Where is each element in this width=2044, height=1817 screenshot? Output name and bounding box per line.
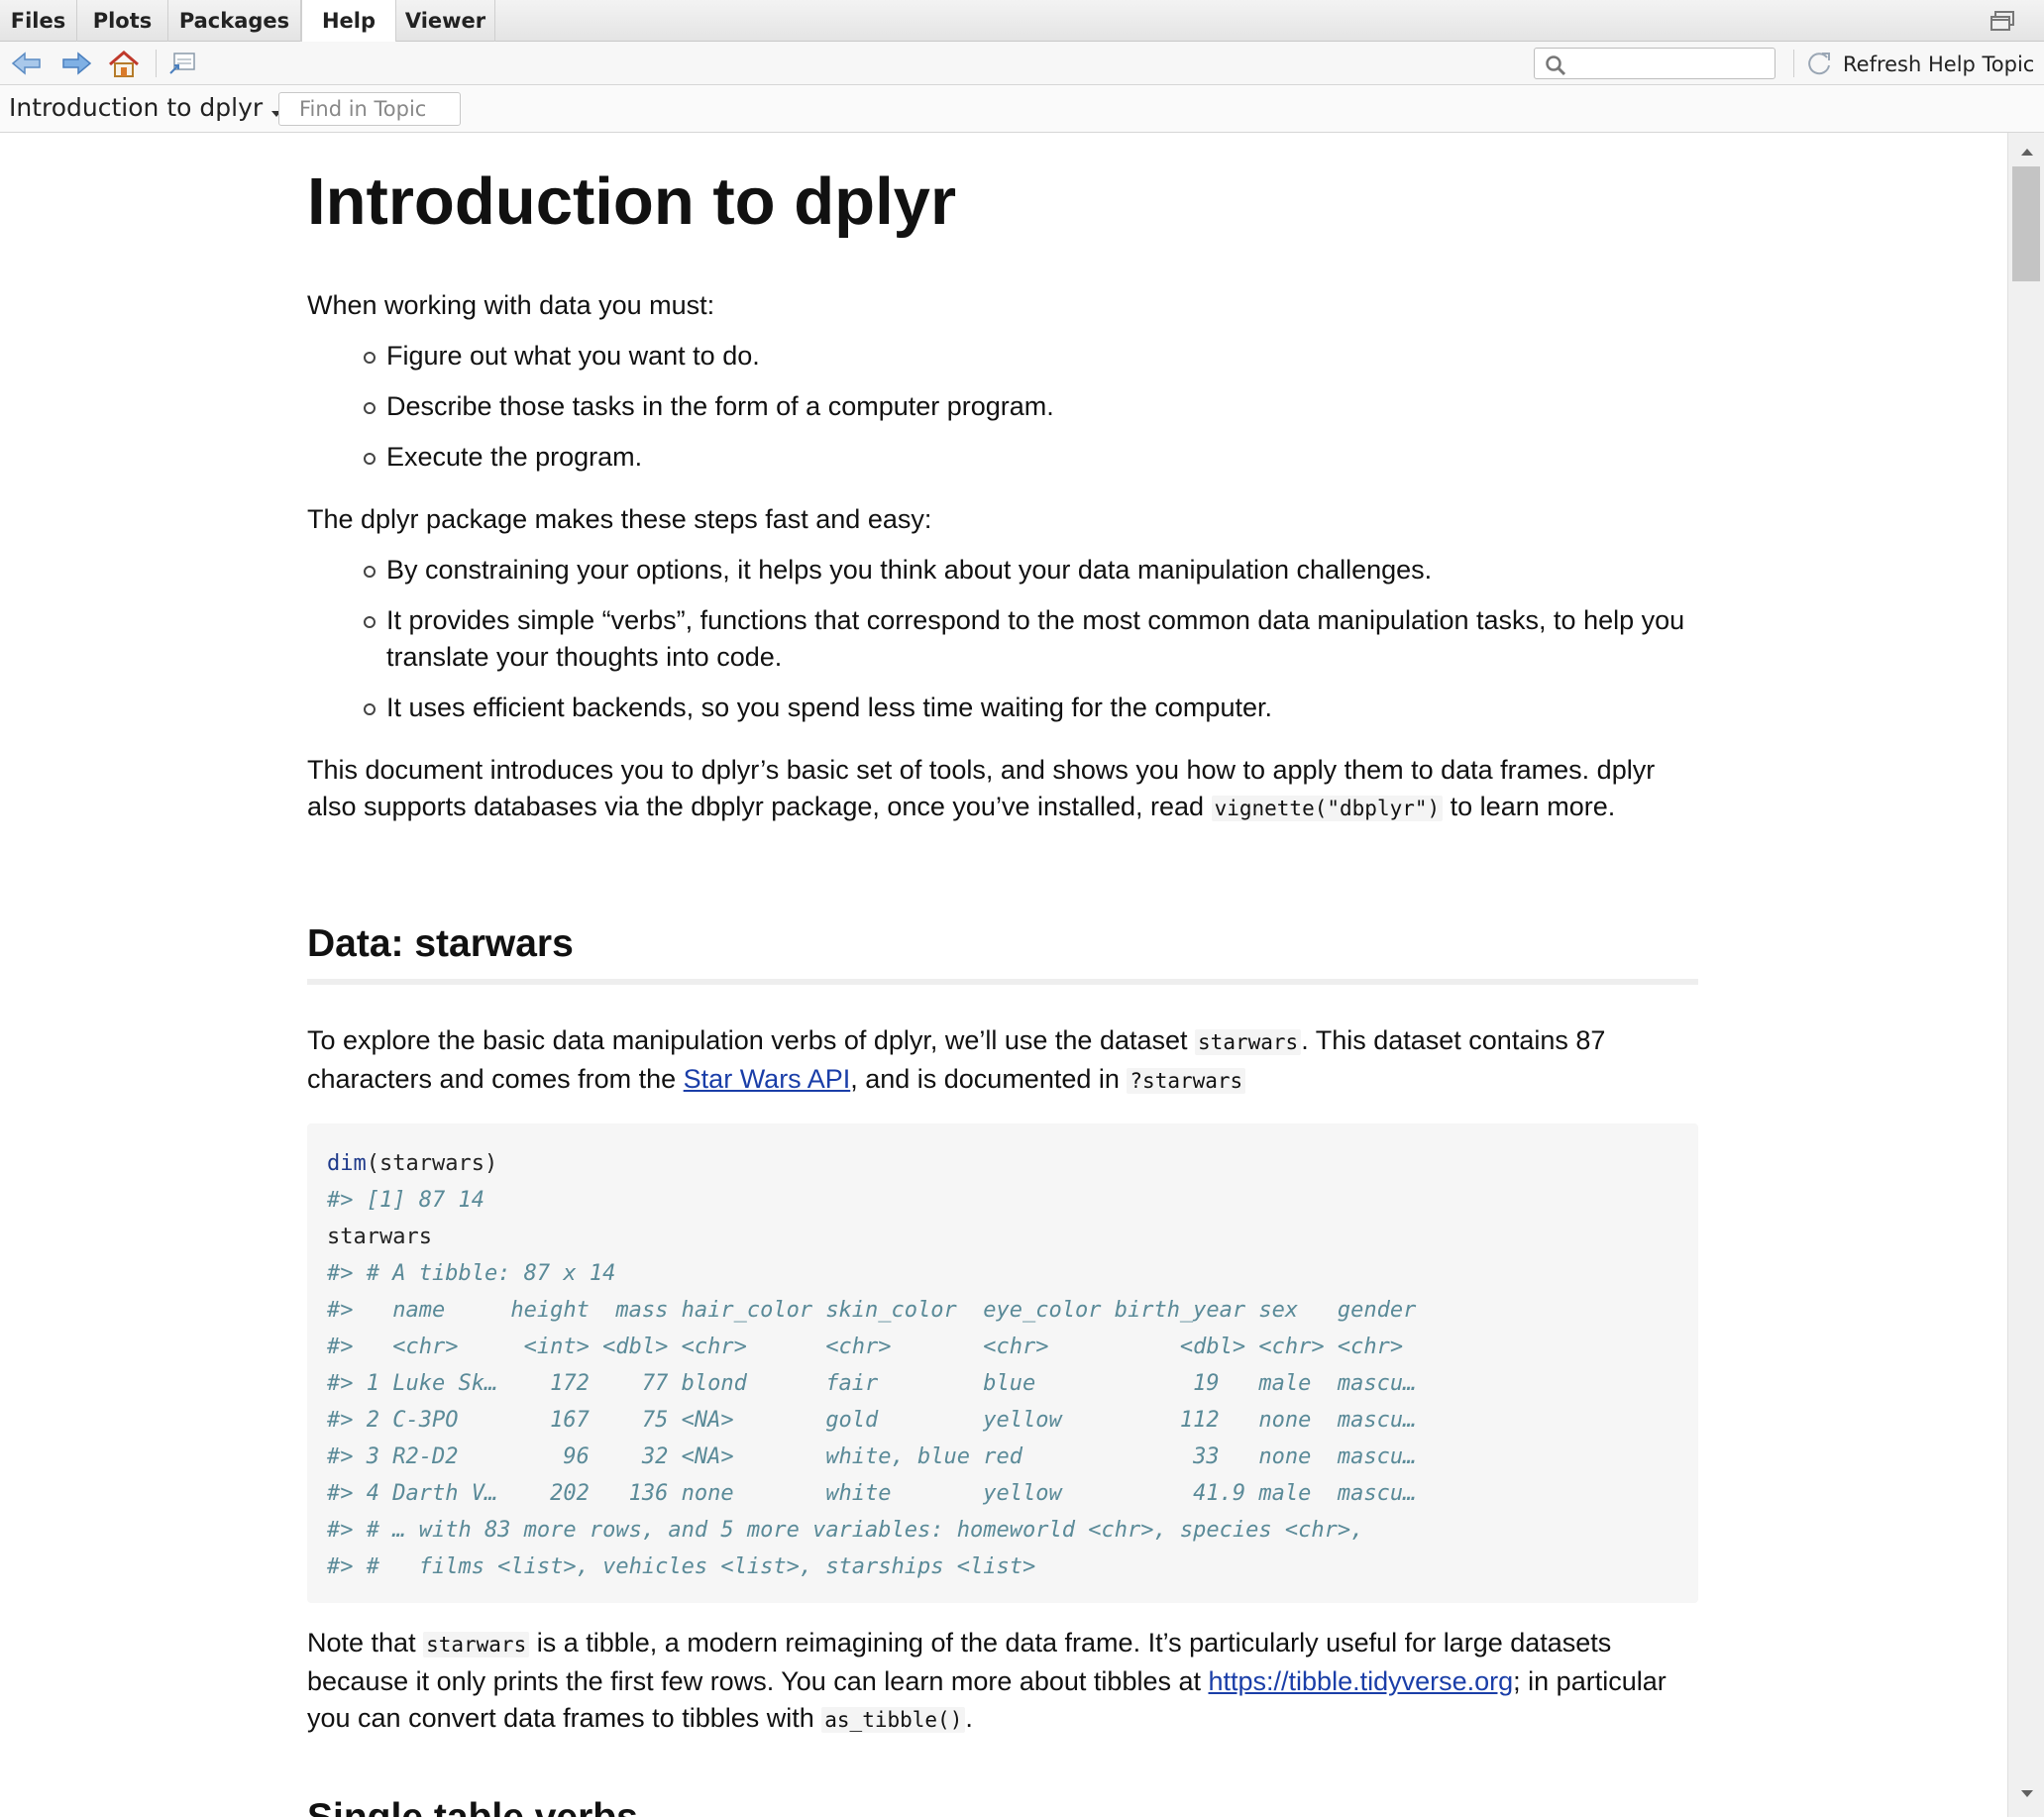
inline-code: as_tibble() (821, 1707, 966, 1733)
tab-packages[interactable]: Packages (168, 0, 301, 42)
section-title: Data: starwars (307, 922, 574, 965)
list-item: It provides simple “verbs”, functions th… (307, 602, 1698, 676)
scroll-up-icon[interactable] (2020, 147, 2034, 157)
forward-arrow-icon[interactable] (59, 50, 93, 77)
toolbar-separator (1793, 50, 1794, 77)
doc-paragraph: This document introduces you to dplyr’s … (307, 755, 1656, 821)
help-toolbar: Refresh Help Topic (0, 42, 2044, 85)
code-output-line: #> <chr> <int> <dbl> <chr> <chr> <chr> <… (327, 1335, 1404, 1359)
home-icon[interactable] (107, 50, 141, 77)
code-output-line: #> # films <list>, vehicles <list>, star… (327, 1554, 1036, 1579)
scrollbar-thumb[interactable] (2012, 166, 2040, 281)
explore-paragraph: To explore the basic data manipulation v… (307, 1025, 1606, 1094)
code-output-line: #> name height mass hair_color skin_colo… (327, 1298, 1417, 1323)
tab-plots[interactable]: Plots (77, 0, 168, 42)
back-arrow-icon[interactable] (10, 50, 44, 77)
intro-lead: When working with data you must: (307, 290, 715, 320)
section-title: Single table verbs (307, 1793, 638, 1817)
search-icon (1546, 55, 1566, 76)
page-title: Introduction to dplyr (307, 164, 957, 239)
section-divider (307, 979, 1698, 985)
vertical-scrollbar[interactable] (2007, 133, 2044, 1817)
tab-files[interactable]: Files (0, 0, 77, 42)
code-line: starwars (327, 1225, 432, 1249)
intro-bullet-list: Figure out what you want to do. Describe… (307, 338, 1698, 476)
inline-code: vignette("dbplyr") (1211, 796, 1444, 821)
code-output-line: #> # A tibble: 87 x 14 (327, 1261, 616, 1286)
inline-code: starwars (1195, 1029, 1302, 1055)
code-output-line: #> # … with 83 more rows, and 5 more var… (327, 1518, 1364, 1543)
list-item: It uses efficient backends, so you spend… (307, 690, 1698, 726)
scroll-down-icon[interactable] (2020, 1789, 2034, 1799)
refresh-label: Refresh Help Topic (1843, 53, 2035, 76)
list-item: Describe those tasks in the form of a co… (307, 388, 1698, 425)
tab-help[interactable]: Help (301, 0, 396, 43)
inline-code: starwars (423, 1632, 530, 1657)
code-block: dim(starwars) #> [1] 87 14 starwars #> #… (307, 1123, 1698, 1603)
inline-code: ?starwars (1127, 1068, 1246, 1094)
star-wars-api-link[interactable]: Star Wars API (684, 1064, 851, 1094)
pkg-lead: The dplyr package makes these steps fast… (307, 504, 932, 534)
help-search-box[interactable] (1534, 48, 1775, 79)
topic-dropdown-label: Introduction to dplyr (9, 93, 264, 122)
tab-viewer[interactable]: Viewer (396, 0, 495, 42)
topic-bar: Introduction to dplyr (0, 85, 2044, 133)
pane-tab-bar: Files Plots Packages Help Viewer (0, 0, 2044, 43)
find-in-topic-input[interactable] (278, 92, 461, 126)
restore-window-icon[interactable] (1990, 10, 2015, 32)
tibble-site-link[interactable]: https://tibble.tidyverse.org (1209, 1666, 1514, 1696)
code-output-line: #> 2 C-3PO 167 75 <NA> gold yellow 112 n… (327, 1408, 1417, 1433)
list-item: By constraining your options, it helps y… (307, 552, 1698, 588)
help-search-input[interactable] (1572, 51, 1773, 78)
list-item: Figure out what you want to do. (307, 338, 1698, 374)
refresh-icon (1808, 53, 1830, 75)
popout-icon[interactable] (166, 50, 200, 77)
code-output-line: #> 4 Darth V… 202 136 none white yellow … (327, 1481, 1417, 1506)
pkg-bullet-list: By constraining your options, it helps y… (307, 552, 1698, 726)
help-content: Introduction to dplyr When working with … (0, 133, 2007, 1817)
intro-section: When working with data you must: Figure … (307, 287, 1698, 827)
code-line: dim(starwars) (327, 1151, 498, 1176)
note-paragraph: Note that starwars is a tibble, a modern… (307, 1628, 1667, 1733)
topic-dropdown[interactable]: Introduction to dplyr (9, 93, 282, 123)
code-output-line: #> 3 R2-D2 96 32 <NA> white, blue red 33… (327, 1444, 1417, 1469)
code-output-line: #> [1] 87 14 (327, 1188, 484, 1213)
list-item: Execute the program. (307, 439, 1698, 476)
code-output-line: #> 1 Luke Sk… 172 77 blond fair blue 19 … (327, 1371, 1417, 1396)
toolbar-separator (156, 50, 157, 77)
